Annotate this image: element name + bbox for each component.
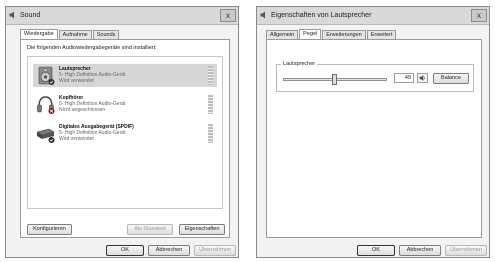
device-item-lautsprecher[interactable]: Lautsprecher 5- High Definition Audio-Ge… <box>33 64 217 87</box>
device-status: Wird verwendet <box>59 136 94 142</box>
configure-button[interactable]: Konfigurieren <box>27 224 72 235</box>
ok-button[interactable]: OK <box>357 245 395 256</box>
apply-button[interactable]: Übernehmen <box>194 245 236 256</box>
level-meter <box>208 66 213 85</box>
title-bar: Eigenschaften von Lautsprecher x <box>257 7 489 25</box>
device-info: Lautsprecher 5- High Definition Audio-Ge… <box>59 66 125 84</box>
sound-app-icon <box>260 11 265 19</box>
volume-value-field[interactable]: 49 <box>394 73 414 83</box>
title-bar: Sound x <box>6 7 238 25</box>
ok-button[interactable]: OK <box>106 245 144 256</box>
device-item-digital-output[interactable]: Digitales Ausgabegerät (SPDIF) 5- High D… <box>33 122 217 145</box>
apply-button[interactable]: Übernehmen <box>445 245 487 256</box>
speaker-icon <box>38 66 55 85</box>
level-meter <box>208 95 213 114</box>
device-status: Wird verwendet <box>59 78 94 84</box>
digital-output-icon <box>36 128 55 143</box>
group-label: Lautsprecher <box>281 61 318 67</box>
sound-app-icon <box>9 11 14 19</box>
properties-button[interactable]: Eigenschaften <box>179 224 225 235</box>
device-item-kopfhoerer[interactable]: Kopfhörer 5- High Definition Audio-Gerät… <box>33 93 217 116</box>
device-info: Digitales Ausgabegerät (SPDIF) 5- High D… <box>59 124 134 142</box>
volume-slider-thumb[interactable] <box>331 74 337 85</box>
device-list: Lautsprecher 5- High Definition Audio-Ge… <box>27 56 223 209</box>
speaker-properties-dialog: Eigenschaften von Lautsprecher x Allgeme… <box>256 6 490 258</box>
tab-panel: Lautsprecher 49 Balance <box>266 39 482 238</box>
cancel-button[interactable]: Abbrechen <box>399 245 441 256</box>
close-button[interactable]: x <box>220 9 236 22</box>
level-meter <box>208 124 213 143</box>
window-title: Eigenschaften von Lautsprecher <box>271 12 372 19</box>
tab-panel: Die folgenden Audiowiedergabegeräte sind… <box>20 39 230 238</box>
close-button[interactable]: x <box>471 9 487 22</box>
cancel-button[interactable]: Abbrechen <box>148 245 190 256</box>
headphones-icon <box>37 96 55 114</box>
device-info: Kopfhörer 5- High Definition Audio-Gerät… <box>59 95 125 113</box>
window-title: Sound <box>20 12 41 19</box>
set-default-button[interactable]: Als Standard <box>127 224 173 235</box>
speaker-mute-icon[interactable] <box>417 73 428 83</box>
instruction-text: Die folgenden Audiowiedergabegeräte sind… <box>27 45 157 51</box>
sound-dialog: Sound x Wiedergabe Aufnahme Sounds Die f… <box>5 6 239 258</box>
balance-button[interactable]: Balance <box>433 73 469 84</box>
device-status: Nicht angeschlossen <box>59 107 106 113</box>
volume-group: Lautsprecher 49 Balance <box>276 61 474 92</box>
